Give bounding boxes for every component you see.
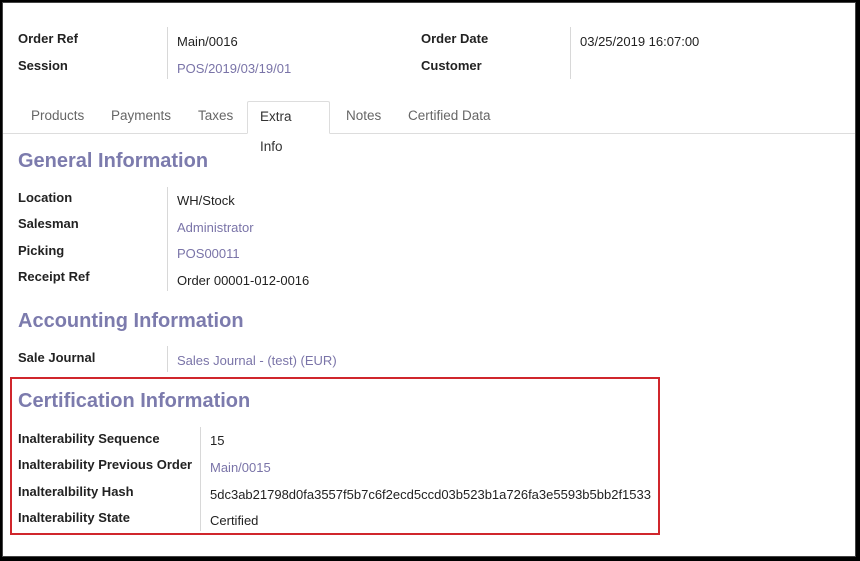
location-value: WH/Stock — [177, 193, 235, 208]
inalterability-previous-order-link[interactable]: Main/0015 — [210, 460, 271, 475]
pos-order-form: Order Ref Main/0016 Session POS/2019/03/… — [2, 2, 856, 557]
sale-journal-label: Sale Journal — [18, 350, 96, 365]
certification-separator — [200, 427, 201, 531]
receipt-ref-value: Order 00001-012-0016 — [177, 273, 310, 288]
general-separator — [167, 187, 168, 291]
header-left-separator — [167, 27, 168, 79]
tab-notes[interactable]: Notes — [334, 101, 393, 132]
picking-link[interactable]: POS00011 — [177, 246, 240, 261]
certification-information-title: Certification Information — [18, 390, 251, 412]
tab-payments[interactable]: Payments — [99, 101, 183, 132]
inalterability-previous-order-label: Inalterability Previous Order — [18, 457, 193, 472]
notebook-tabs: Products Payments Taxes Extra Info Notes… — [3, 101, 855, 154]
receipt-ref-label: Receipt Ref — [18, 269, 90, 284]
tab-extra-info[interactable]: Extra Info — [247, 101, 330, 154]
tab-taxes[interactable]: Taxes — [186, 101, 245, 132]
inalterability-hash-label: Inalteralbility Hash — [18, 484, 134, 499]
accounting-information-title: Accounting Information — [18, 310, 244, 332]
tab-certified-data[interactable]: Certified Data — [396, 101, 503, 132]
session-link[interactable]: POS/2019/03/19/01 — [177, 61, 291, 76]
order-ref-value: Main/0016 — [177, 34, 238, 49]
inalterability-sequence-label: Inalterability Sequence — [18, 431, 160, 446]
inalterability-sequence-value: 15 — [210, 433, 225, 448]
order-ref-label: Order Ref — [18, 31, 78, 46]
inalterability-hash-value: 5dc3ab21798d0fa3557f5b7c6f2ecd5ccd03b523… — [210, 487, 651, 502]
accounting-separator — [167, 346, 168, 372]
sale-journal-link[interactable]: Sales Journal - (test) (EUR) — [177, 353, 337, 368]
customer-label: Customer — [421, 58, 482, 73]
order-date-label: Order Date — [421, 31, 489, 46]
salesman-label: Salesman — [18, 216, 79, 231]
picking-label: Picking — [18, 243, 65, 258]
inalterability-state-value: Certified — [210, 513, 259, 528]
order-date-value: 03/25/2019 16:07:00 — [580, 34, 700, 49]
session-label: Session — [18, 58, 68, 73]
salesman-link[interactable]: Administrator — [177, 220, 254, 235]
inalterability-state-label: Inalterability State — [18, 510, 130, 525]
header-right-separator — [570, 27, 571, 79]
location-label: Location — [18, 190, 73, 205]
general-information-title: General Information — [18, 150, 209, 172]
tab-products[interactable]: Products — [19, 101, 96, 132]
